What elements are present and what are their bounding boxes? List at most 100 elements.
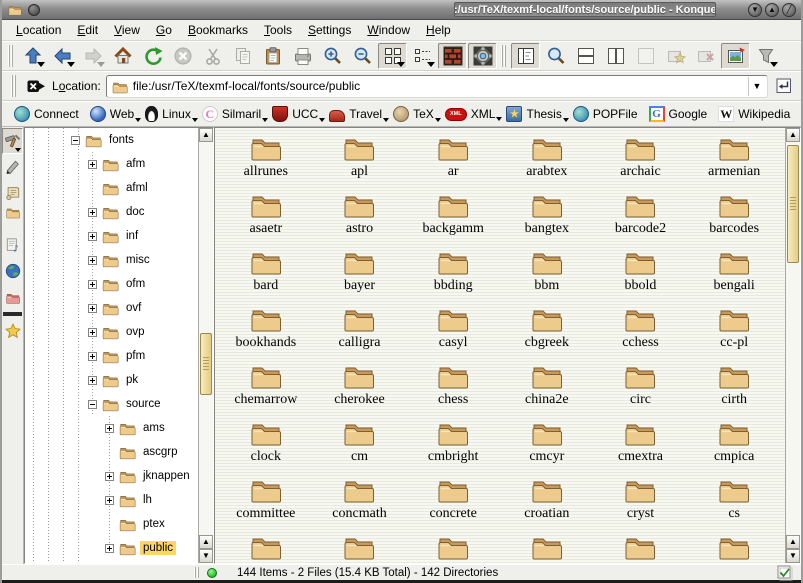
bookmark-travel[interactable]: Travel (325, 105, 389, 124)
tree-item-misc[interactable]: misc (25, 248, 198, 272)
folder-partial[interactable] (219, 531, 313, 564)
tree-expander-plus-icon[interactable] (88, 256, 97, 265)
folder-cmcyr[interactable]: cmcyr (500, 417, 594, 474)
history-tab-button[interactable] (2, 180, 23, 206)
home-folder-tab-button[interactable] (2, 206, 23, 232)
folder-cherokee[interactable]: cherokee (313, 360, 407, 417)
folder-bookhands[interactable]: bookhands (219, 303, 313, 360)
home-button[interactable] (108, 43, 137, 69)
folder-asaetr[interactable]: asaetr (219, 189, 313, 246)
location-dropdown-arrow[interactable]: ▼ (748, 77, 765, 96)
folder-cc-pl[interactable]: cc-pl (687, 303, 781, 360)
bookmark-silmaril[interactable]: CSilmaril (198, 104, 268, 124)
menu-go[interactable]: Go (148, 21, 180, 39)
tree-item-lh[interactable]: lh (25, 488, 198, 512)
folder-cirth[interactable]: cirth (687, 360, 781, 417)
bookmark-thesis[interactable]: ★Thesis (502, 104, 568, 124)
folder-bbding[interactable]: bbding (406, 246, 500, 303)
scroll-down-icon[interactable]: ▼ (199, 549, 213, 563)
folder-partial[interactable] (500, 531, 594, 564)
reload-button[interactable] (138, 43, 167, 69)
window-menu-folder-icon[interactable] (7, 3, 23, 16)
folder-bengali[interactable]: bengali (687, 246, 781, 303)
menu-help[interactable]: Help (418, 21, 459, 39)
folder-cchess[interactable]: cchess (594, 303, 688, 360)
tree-expander-plus-icon[interactable] (105, 496, 114, 505)
folder-chemarrow[interactable]: chemarrow (219, 360, 313, 417)
split-view-top-bottom-button[interactable] (571, 43, 600, 69)
zoom-out-button[interactable] (348, 43, 377, 69)
tree-item-pk[interactable]: pk (25, 368, 198, 392)
tree-expander-minus-icon[interactable] (71, 136, 80, 145)
folder-cmpica[interactable]: cmpica (687, 417, 781, 474)
bookmark-popfile[interactable]: POPFile (569, 104, 645, 124)
network-tab-button[interactable] (2, 258, 23, 284)
bookmark-wikipedia[interactable]: WWikipedia (714, 104, 797, 124)
folder-concrete[interactable]: concrete (406, 474, 500, 531)
dropdown-arrow-icon[interactable] (37, 62, 45, 67)
menu-settings[interactable]: Settings (300, 21, 359, 39)
tree-expander-plus-icon[interactable] (105, 544, 114, 553)
location-input[interactable]: file:/usr/TeX/texmf-local/fonts/source/p… (106, 75, 768, 98)
dropdown-arrow-icon[interactable] (15, 148, 21, 152)
tree-item-inf[interactable]: inf (25, 224, 198, 248)
tree-expander-minus-icon[interactable] (88, 400, 97, 409)
folder-casyl[interactable]: casyl (406, 303, 500, 360)
toolbar-grabber[interactable] (501, 45, 507, 67)
tree-expander-plus-icon[interactable] (88, 208, 97, 217)
tree-item-source[interactable]: source (25, 392, 198, 416)
folder-partial[interactable] (406, 531, 500, 564)
tree-item-ofm[interactable]: ofm (25, 272, 198, 296)
folder-calligra[interactable]: calligra (313, 303, 407, 360)
dropdown-arrow-icon[interactable] (97, 62, 105, 67)
show-tree-panel-button[interactable] (511, 43, 540, 69)
bookmark-ucc[interactable]: UCC (268, 104, 325, 124)
menu-view[interactable]: View (106, 21, 148, 39)
dropdown-arrow-icon[interactable] (67, 62, 75, 67)
folder-ar[interactable]: ar (406, 132, 500, 189)
active-view-checkbox-icon[interactable] (774, 562, 796, 583)
folder-chess[interactable]: chess (406, 360, 500, 417)
menu-tools[interactable]: Tools (256, 21, 300, 39)
folder-barcodes[interactable]: barcodes (687, 189, 781, 246)
tree-item-doc[interactable]: doc (25, 200, 198, 224)
tree-item-jknappen[interactable]: jknappen (25, 464, 198, 488)
folder-circ[interactable]: circ (594, 360, 688, 417)
print-button[interactable] (288, 43, 317, 69)
tree-item-ovf[interactable]: ovf (25, 296, 198, 320)
bookmark-google[interactable]: GGoogle (645, 104, 715, 124)
folder-bbold[interactable]: bbold (594, 246, 688, 303)
statusbar-grabber[interactable] (194, 567, 200, 578)
tree-expander-plus-icon[interactable] (88, 160, 97, 169)
filter-button[interactable] (751, 43, 780, 69)
location-value[interactable]: file:/usr/TeX/texmf-local/fonts/source/p… (133, 79, 744, 93)
bookmark-connect[interactable]: Connect (10, 104, 86, 124)
find-file-button[interactable] (541, 43, 570, 69)
bookmark-tex[interactable]: TeX (389, 104, 441, 124)
clear-location-icon[interactable] (25, 75, 47, 97)
folder-apl[interactable]: apl (313, 132, 407, 189)
folder-backgamm[interactable]: backgamm (406, 189, 500, 246)
tree-expander-plus-icon[interactable] (105, 472, 114, 481)
up-button[interactable] (18, 43, 47, 69)
folder-archaic[interactable]: archaic (594, 132, 688, 189)
split-view-left-right-button[interactable] (601, 43, 630, 69)
folder-cmextra[interactable]: cmextra (594, 417, 688, 474)
icon-view-button[interactable] (378, 43, 407, 69)
folder-partial[interactable] (594, 531, 688, 564)
dropdown-arrow-icon[interactable] (427, 62, 435, 67)
maximize-button[interactable]: ▲ (765, 3, 779, 17)
folder-cmbright[interactable]: cmbright (406, 417, 500, 474)
folder-bard[interactable]: bard (219, 246, 313, 303)
menu-window[interactable]: Window (359, 21, 418, 39)
tree-scrollbar[interactable]: ▲ ▲ ▼ (198, 128, 213, 563)
scroll-up-icon[interactable]: ▲ (786, 128, 800, 142)
folder-china2e[interactable]: china2e (500, 360, 594, 417)
minimize-button[interactable]: ▼ (748, 3, 762, 17)
folder-cs[interactable]: cs (687, 474, 781, 531)
folder-cm[interactable]: cm (313, 417, 407, 474)
tree-expander-plus-icon[interactable] (88, 328, 97, 337)
folder-bbm[interactable]: bbm (500, 246, 594, 303)
tree-item-public[interactable]: public (25, 536, 198, 560)
bookmark-linux[interactable]: Linux (141, 104, 198, 124)
